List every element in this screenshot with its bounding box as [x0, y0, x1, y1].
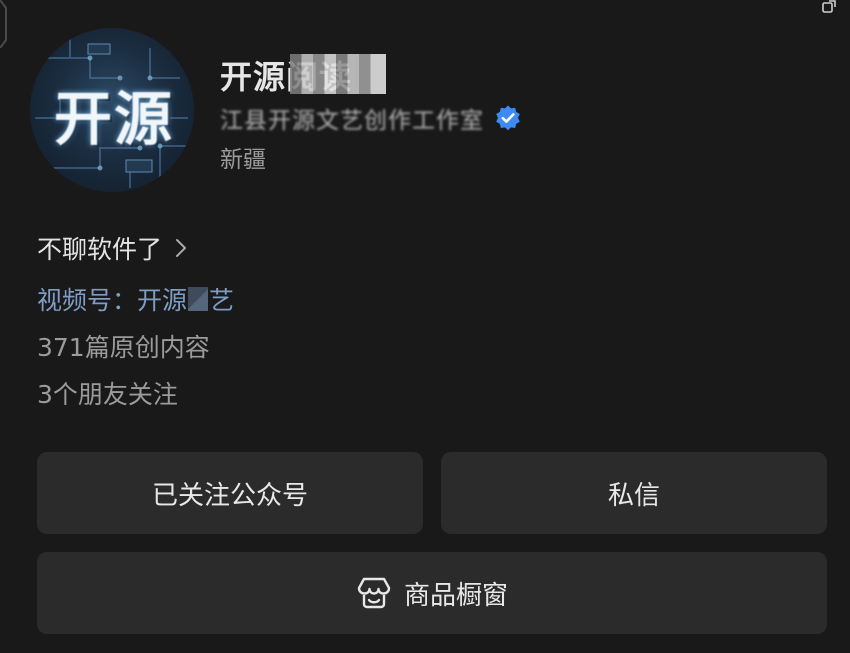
name-mosaic-redaction — [290, 54, 386, 94]
followed-account-label: 已关注公众号 — [151, 480, 308, 511]
private-message-button[interactable]: 私信 — [441, 452, 827, 534]
verified-badge-icon — [496, 105, 520, 131]
video-channel-name-end: 艺 — [209, 286, 235, 315]
channel-name-mosaic — [188, 287, 209, 311]
window-edge-decoration — [0, 0, 7, 48]
friends-following-count[interactable]: 3个朋友关注 — [37, 375, 178, 411]
verification-row[interactable]: 江县开源文艺创作工作室 — [220, 101, 522, 135]
private-message-label: 私信 — [607, 480, 660, 511]
avatar-logo-text: 开源 — [53, 85, 174, 153]
shop-icon — [357, 577, 391, 609]
followed-account-button[interactable]: 已关注公众号 — [37, 452, 423, 534]
external-window-icon[interactable] — [822, 0, 836, 14]
original-articles-count[interactable]: 371篇原创内容 — [37, 328, 210, 364]
chevron-right-icon — [176, 239, 187, 257]
region-label: 新疆 — [220, 147, 266, 173]
signature-text: 不聊软件了 — [37, 235, 163, 264]
video-channel-name-start: 开源 — [137, 286, 188, 315]
product-showcase-label: 商品橱窗 — [403, 580, 508, 611]
video-channel-link[interactable]: 视频号： 开源 艺 — [37, 281, 234, 317]
verification-entity: 江县开源文艺创作工作室 — [220, 108, 484, 134]
avatar[interactable]: 开源 — [30, 28, 194, 192]
signature-row[interactable]: 不聊软件了 — [37, 230, 188, 266]
product-showcase-button[interactable]: 商品橱窗 — [37, 552, 827, 634]
video-channel-label: 视频号： — [37, 286, 138, 315]
